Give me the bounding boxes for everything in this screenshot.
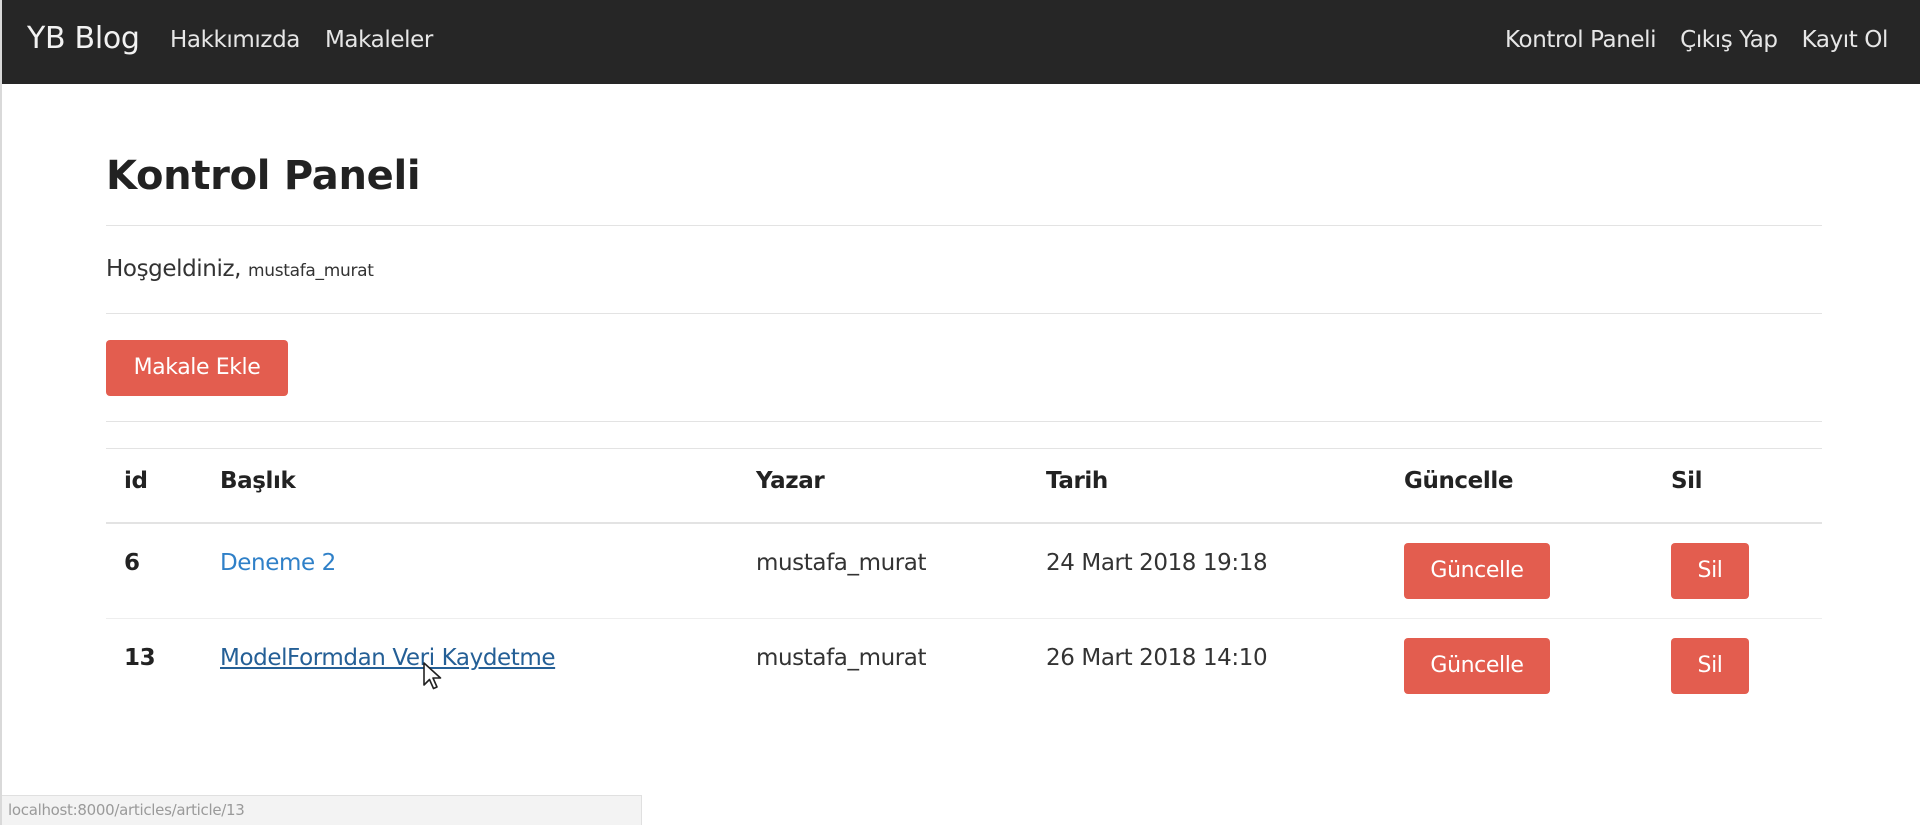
add-article-button[interactable]: Makale Ekle [106, 340, 288, 396]
update-cell: Güncelle [1404, 543, 1550, 599]
table-row: 13 ModelFormdan Veri Kaydetme mustafa_mu… [106, 619, 1822, 714]
welcome-message: Hoşgeldiniz, mustafa_murat [106, 256, 374, 282]
article-date: 24 Mart 2018 19:18 [1046, 550, 1268, 576]
divider [106, 225, 1822, 226]
nav-link-articles[interactable]: Makaleler [325, 27, 433, 53]
article-title-link[interactable]: Deneme 2 [220, 550, 336, 576]
header-date: Tarih [1046, 468, 1108, 494]
article-title-cell: Deneme 2 [220, 550, 336, 576]
page-title: Kontrol Paneli [106, 153, 421, 199]
nav-right-menu: Kontrol Paneli Çıkış Yap Kayıt Ol [1505, 27, 1888, 53]
brand-logo-link[interactable]: YB Blog [27, 21, 140, 56]
header-author: Yazar [756, 468, 825, 494]
articles-table: id Başlık Yazar Tarih Güncelle Sil 6 Den… [106, 448, 1822, 714]
article-id: 13 [124, 645, 156, 671]
header-id: id [124, 468, 148, 494]
nav-link-logout[interactable]: Çıkış Yap [1680, 27, 1778, 53]
article-title-cell: ModelFormdan Veri Kaydetme [220, 645, 556, 671]
delete-cell: Sil [1671, 638, 1749, 694]
article-id: 6 [124, 550, 140, 576]
delete-article-button[interactable]: Sil [1671, 638, 1749, 694]
table-row: 6 Deneme 2 mustafa_murat 24 Mart 2018 19… [106, 524, 1822, 619]
top-navbar: YB Blog Hakkımızda Makaleler Kontrol Pan… [2, 0, 1920, 84]
nav-link-register[interactable]: Kayıt Ol [1802, 27, 1889, 53]
article-title-link[interactable]: ModelFormdan Veri Kaydetme [220, 645, 556, 671]
update-article-button[interactable]: Güncelle [1404, 543, 1550, 599]
nav-link-about[interactable]: Hakkımızda [170, 27, 300, 53]
nav-link-dashboard[interactable]: Kontrol Paneli [1505, 27, 1657, 53]
article-author: mustafa_murat [756, 550, 927, 576]
header-update: Güncelle [1404, 468, 1514, 494]
welcome-text: Hoşgeldiniz, [106, 256, 242, 282]
delete-cell: Sil [1671, 543, 1749, 599]
browser-status-bar: localhost:8000/articles/article/13 [2, 795, 642, 825]
update-cell: Güncelle [1404, 638, 1550, 694]
divider [106, 421, 1822, 422]
article-date: 26 Mart 2018 14:10 [1046, 645, 1268, 671]
article-author: mustafa_murat [756, 645, 927, 671]
browser-viewport: YB Blog Hakkımızda Makaleler Kontrol Pan… [0, 0, 1920, 825]
delete-article-button[interactable]: Sil [1671, 543, 1749, 599]
nav-left-menu: Hakkımızda Makaleler [170, 27, 433, 53]
welcome-username: mustafa_murat [247, 261, 374, 281]
table-header-row: id Başlık Yazar Tarih Güncelle Sil [106, 448, 1822, 524]
mouse-pointer-icon [423, 662, 442, 690]
divider [106, 313, 1822, 314]
header-title: Başlık [220, 468, 296, 494]
header-delete: Sil [1671, 468, 1703, 494]
update-article-button[interactable]: Güncelle [1404, 638, 1550, 694]
